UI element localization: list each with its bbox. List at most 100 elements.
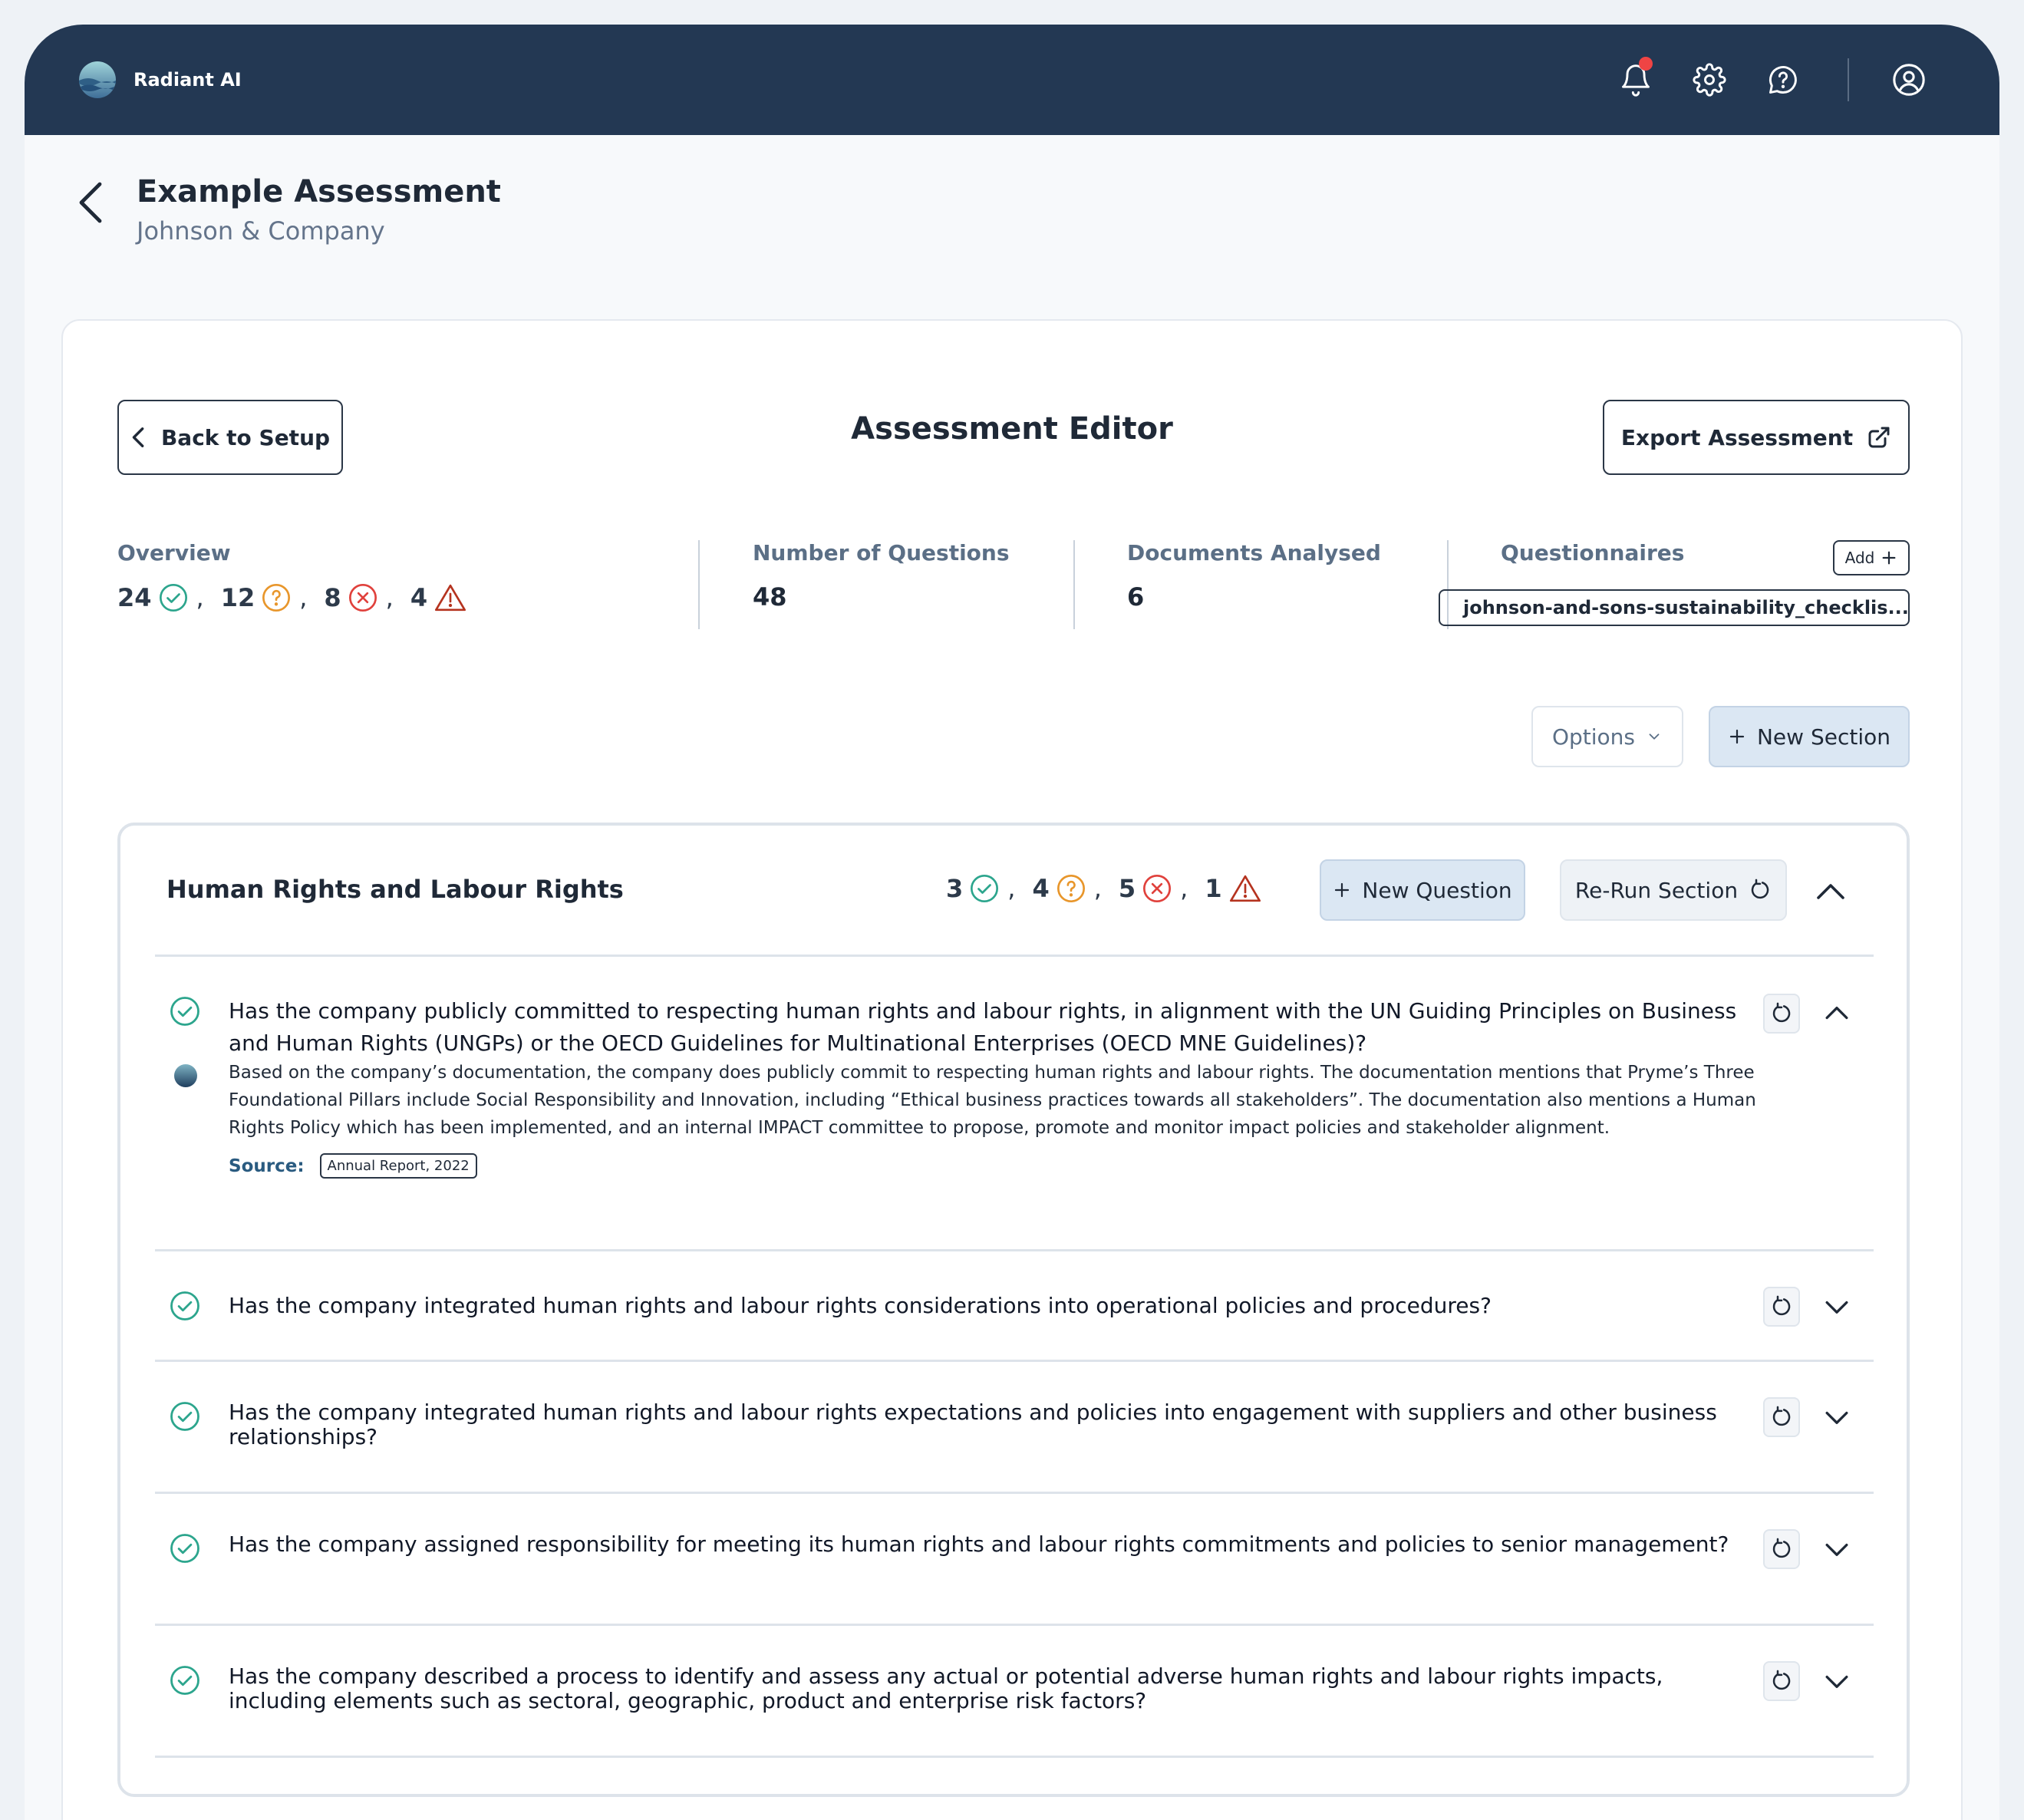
check-circle-icon: [170, 1666, 199, 1695]
question-text: Has the company publicly committed to re…: [229, 998, 1737, 1056]
answer-text: Based on the company’s documentation, th…: [229, 1063, 1756, 1138]
add-label: Add: [1844, 549, 1875, 567]
overview-counts: 24 , 12 , 8 , 4: [117, 582, 639, 613]
rerun-section-label: Re-Run Section: [1574, 877, 1739, 903]
failed-count-value: 8: [324, 583, 341, 612]
rerun-question-button[interactable]: [1763, 1287, 1800, 1327]
rerun-icon: [1772, 1538, 1791, 1558]
page-subtitle: Johnson & Company: [137, 216, 385, 246]
questionnaire-file-name: johnson-and-sons-sustainability_checklis…: [1463, 597, 1909, 618]
warning-icon: [435, 584, 466, 612]
section-failed-value: 5: [1118, 874, 1136, 903]
failed-count: 8: [324, 582, 377, 613]
question-row[interactable]: Has the company publicly committed to re…: [155, 957, 1874, 1249]
question-circle-icon: [262, 584, 291, 612]
section-failed-count: 5: [1119, 873, 1172, 904]
check-circle-icon: [170, 1402, 199, 1431]
rerun-question-button[interactable]: [1763, 1529, 1800, 1569]
section-warning-value: 1: [1205, 874, 1222, 903]
chevron-left-icon[interactable]: [72, 180, 110, 226]
stats-divider: [1073, 540, 1075, 629]
source-chip[interactable]: Annual Report, 2022: [319, 1153, 477, 1179]
question-row[interactable]: Has the company integrated human rights …: [155, 1251, 1874, 1360]
section-passed-count: 3: [946, 873, 1000, 904]
rerun-section-button[interactable]: Re-Run Section: [1560, 859, 1787, 921]
export-assessment-button[interactable]: Export Assessment: [1603, 400, 1910, 475]
ai-avatar-icon: [174, 1064, 197, 1087]
question-text: Has the company described a process to i…: [229, 1663, 1663, 1713]
add-questionnaire-button[interactable]: Add: [1833, 540, 1910, 575]
warning-icon: [1229, 875, 1261, 902]
section-warning-count: 1: [1205, 873, 1261, 904]
new-question-button[interactable]: New Question: [1320, 859, 1525, 921]
radiant-logo-icon: [79, 61, 116, 98]
documents-label: Documents Analysed: [1127, 540, 1381, 565]
section-counts: 3 , 4 , 5 , 1: [946, 873, 1262, 904]
passed-count: 24: [117, 582, 189, 613]
warning-count: 4: [410, 582, 467, 613]
question-row[interactable]: Has the company described a process to i…: [155, 1626, 1874, 1756]
question-text: Has the company integrated human rights …: [229, 1293, 1492, 1318]
page-header: Example Assessment Johnson & Company: [72, 170, 501, 246]
check-circle-icon: [170, 997, 199, 1026]
x-circle-icon: [1143, 875, 1172, 902]
question-text: Has the company assigned responsibility …: [229, 1532, 1729, 1557]
section-unclear-value: 4: [1032, 874, 1050, 903]
external-link-icon: [1868, 427, 1890, 448]
rerun-question-button[interactable]: [1763, 1397, 1800, 1437]
question-row[interactable]: Has the company integrated human rights …: [155, 1362, 1874, 1492]
app-window: Radiant AI Example Assessment Johnson & …: [25, 25, 1999, 1820]
chevron-down-icon[interactable]: [1820, 1532, 1854, 1566]
help-button[interactable]: [1746, 43, 1820, 117]
section-passed-value: 3: [946, 874, 964, 903]
rerun-icon: [1772, 1002, 1791, 1023]
chevron-down-icon: [1649, 734, 1660, 740]
section-title: Human Rights and Labour Rights: [166, 875, 624, 904]
new-section-button[interactable]: New Section: [1709, 706, 1910, 767]
chevron-down-icon[interactable]: [1820, 1400, 1854, 1434]
options-label: Options: [1551, 724, 1636, 750]
top-bar: Radiant AI: [25, 25, 1999, 135]
export-label: Export Assessment: [1620, 424, 1854, 450]
x-circle-icon: [348, 584, 377, 612]
unclear-count: 12: [221, 582, 292, 613]
unclear-count-value: 12: [220, 583, 255, 612]
documents-stat: Documents Analysed 6: [1127, 540, 1449, 629]
rerun-icon: [1772, 1295, 1791, 1316]
assessment-editor-card: Back to Setup Assessment Editor Export A…: [61, 319, 1963, 1820]
check-circle-icon: [170, 1291, 199, 1320]
chevron-up-icon[interactable]: [1820, 997, 1854, 1030]
rerun-icon: [1772, 1670, 1791, 1690]
question-row[interactable]: Has the company assigned responsibility …: [155, 1494, 1874, 1624]
chevron-down-icon[interactable]: [1820, 1664, 1854, 1698]
section-header: Human Rights and Labour Rights 3 , 4 , 5…: [120, 826, 1907, 958]
questionnaire-file-chip[interactable]: johnson-and-sons-sustainability_checklis…: [1439, 589, 1910, 626]
account-button[interactable]: [1872, 43, 1946, 117]
questionnaires-stat: Questionnaires Add johnson-and-sons-sust…: [1439, 540, 1972, 629]
chevron-up-icon[interactable]: [1812, 873, 1849, 910]
overview-stat: Overview 24 , 12 , 8 , 4: [117, 540, 639, 629]
user-icon: [1893, 64, 1925, 96]
documents-value: 6: [1127, 582, 1145, 612]
settings-button[interactable]: [1673, 43, 1746, 117]
questions-value: 48: [753, 582, 787, 612]
options-dropdown[interactable]: Options: [1531, 706, 1683, 767]
plus-icon: [1882, 551, 1896, 565]
rerun-icon: [1751, 879, 1769, 899]
new-section-label: New Section: [1756, 724, 1890, 750]
section-unclear-count: 4: [1032, 873, 1086, 904]
rerun-question-button[interactable]: [1763, 994, 1800, 1034]
stats-row: Overview 24 , 12 , 8 , 4 Number of Quest…: [117, 540, 1910, 629]
warning-count-value: 4: [410, 583, 428, 612]
plus-icon: [1729, 729, 1745, 744]
check-circle-icon: [159, 584, 187, 612]
brand[interactable]: Radiant AI: [78, 61, 242, 99]
new-question-label: New Question: [1362, 877, 1512, 903]
source-row: Source: Annual Report, 2022: [229, 1153, 477, 1179]
rerun-question-button[interactable]: [1763, 1661, 1800, 1701]
notifications-button[interactable]: [1599, 43, 1673, 117]
questions-label: Number of Questions: [753, 540, 1010, 565]
topbar-divider: [1848, 58, 1849, 101]
passed-count-value: 24: [117, 583, 152, 612]
chevron-down-icon[interactable]: [1820, 1290, 1854, 1324]
